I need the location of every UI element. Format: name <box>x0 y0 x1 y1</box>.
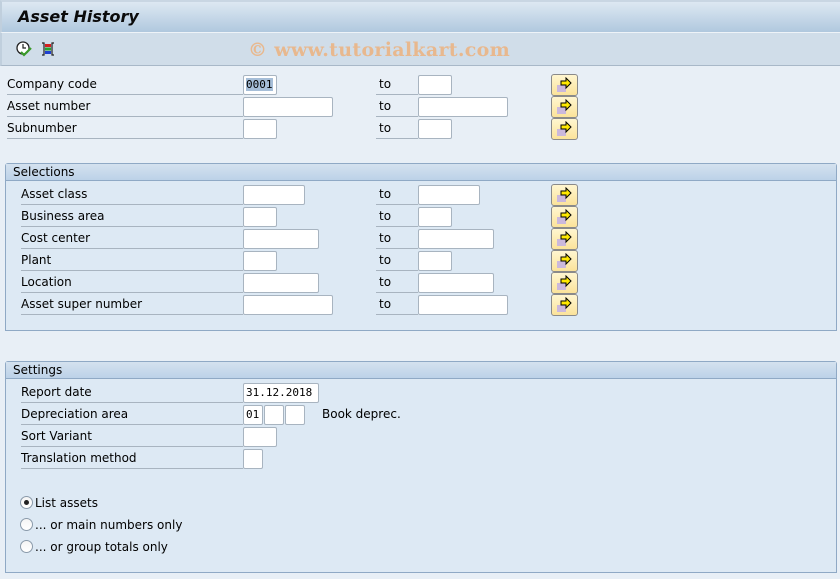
radio-main-numbers-only[interactable]: ... or main numbers only <box>20 516 182 534</box>
report-date-input[interactable]: 31.12.2018 <box>243 383 319 403</box>
business-area-to-input[interactable] <box>418 207 452 227</box>
multiple-selection-arrow-icon <box>557 209 572 224</box>
subnumber-multiple-selection-button[interactable] <box>551 118 578 140</box>
radio-label: ... or main numbers only <box>35 518 183 532</box>
business-area-label: Business area <box>21 206 243 227</box>
plant-label: Plant <box>21 250 243 271</box>
company-code-to-input[interactable] <box>418 75 452 95</box>
plant-multiple-selection-button[interactable] <box>551 250 578 272</box>
dynamic-selections-icon[interactable] <box>39 40 57 58</box>
depreciation-area-input-1[interactable]: 01 <box>243 405 263 425</box>
multiple-selection-arrow-icon <box>557 275 572 290</box>
cost-center-to-input[interactable] <box>418 229 494 249</box>
business-area-multiple-selection-button[interactable] <box>551 206 578 228</box>
radio-button[interactable] <box>20 518 33 531</box>
location-multiple-selection-button[interactable] <box>551 272 578 294</box>
depreciation-area-label: Depreciation area <box>21 404 243 425</box>
location-from-input[interactable] <box>243 273 319 293</box>
subnumber-from-input[interactable] <box>243 119 277 139</box>
title-bar: Asset History <box>0 0 840 33</box>
sort-variant-input[interactable] <box>243 427 277 447</box>
asset-class-to-input[interactable] <box>418 185 480 205</box>
depreciation-area-description: Book deprec. <box>322 407 401 421</box>
radio-label: List assets <box>35 496 98 510</box>
selections-group-header: Selections <box>6 164 836 181</box>
asset-class-to-label: to <box>376 184 418 205</box>
multiple-selection-arrow-icon <box>557 187 572 202</box>
page-title: Asset History <box>18 7 139 26</box>
subnumber-to-input[interactable] <box>418 119 452 139</box>
company-code-from-value: 0001 <box>246 78 273 91</box>
company-code-multiple-selection-button[interactable] <box>551 74 578 96</box>
subnumber-label: Subnumber <box>7 118 243 139</box>
asset-super-number-label: Asset super number <box>21 294 243 315</box>
asset-class-label: Asset class <box>21 184 243 205</box>
plant-to-input[interactable] <box>418 251 452 271</box>
radio-list-assets[interactable]: List assets <box>20 494 98 512</box>
location-to-input[interactable] <box>418 273 494 293</box>
report-date-label: Report date <box>21 382 243 403</box>
company-code-label: Company code <box>7 74 243 95</box>
plant-from-input[interactable] <box>243 251 277 271</box>
asset-class-from-input[interactable] <box>243 185 305 205</box>
radio-button-checked[interactable] <box>20 496 33 509</box>
asset-number-multiple-selection-button[interactable] <box>551 96 578 118</box>
asset-number-to-input[interactable] <box>418 97 508 117</box>
multiple-selection-arrow-icon <box>557 253 572 268</box>
radio-label: ... or group totals only <box>35 540 168 554</box>
asset-super-number-to-label: to <box>376 294 418 315</box>
company-code-to-label: to <box>376 74 418 95</box>
multiple-selection-arrow-icon <box>557 231 572 246</box>
asset-number-from-input[interactable] <box>243 97 333 117</box>
cost-center-to-label: to <box>376 228 418 249</box>
multiple-selection-arrow-icon <box>557 121 572 136</box>
watermark: © www.tutorialkart.com <box>248 39 511 61</box>
asset-class-multiple-selection-button[interactable] <box>551 184 578 206</box>
multiple-selection-arrow-icon <box>557 297 572 312</box>
translation-method-label: Translation method <box>21 448 243 469</box>
asset-number-to-label: to <box>376 96 418 117</box>
company-code-from-input[interactable]: 0001 <box>243 75 277 95</box>
asset-super-number-multiple-selection-button[interactable] <box>551 294 578 316</box>
location-label: Location <box>21 272 243 293</box>
depreciation-area-input-3[interactable] <box>285 405 305 425</box>
subnumber-to-label: to <box>376 118 418 139</box>
translation-method-input[interactable] <box>243 449 263 469</box>
asset-number-label: Asset number <box>7 96 243 117</box>
business-area-from-input[interactable] <box>243 207 277 227</box>
multiple-selection-arrow-icon <box>557 99 572 114</box>
cost-center-multiple-selection-button[interactable] <box>551 228 578 250</box>
business-area-to-label: to <box>376 206 418 227</box>
depreciation-area-input-2[interactable] <box>264 405 284 425</box>
execute-clock-icon[interactable] <box>15 40 33 58</box>
sort-variant-label: Sort Variant <box>21 426 243 447</box>
cost-center-from-input[interactable] <box>243 229 319 249</box>
location-to-label: to <box>376 272 418 293</box>
plant-to-label: to <box>376 250 418 271</box>
asset-super-number-from-input[interactable] <box>243 295 333 315</box>
radio-group-totals-only[interactable]: ... or group totals only <box>20 538 168 556</box>
application-toolbar: © www.tutorialkart.com <box>0 33 840 66</box>
cost-center-label: Cost center <box>21 228 243 249</box>
radio-button[interactable] <box>20 540 33 553</box>
multiple-selection-arrow-icon <box>557 77 572 92</box>
settings-group-header: Settings <box>6 362 836 379</box>
asset-super-number-to-input[interactable] <box>418 295 508 315</box>
